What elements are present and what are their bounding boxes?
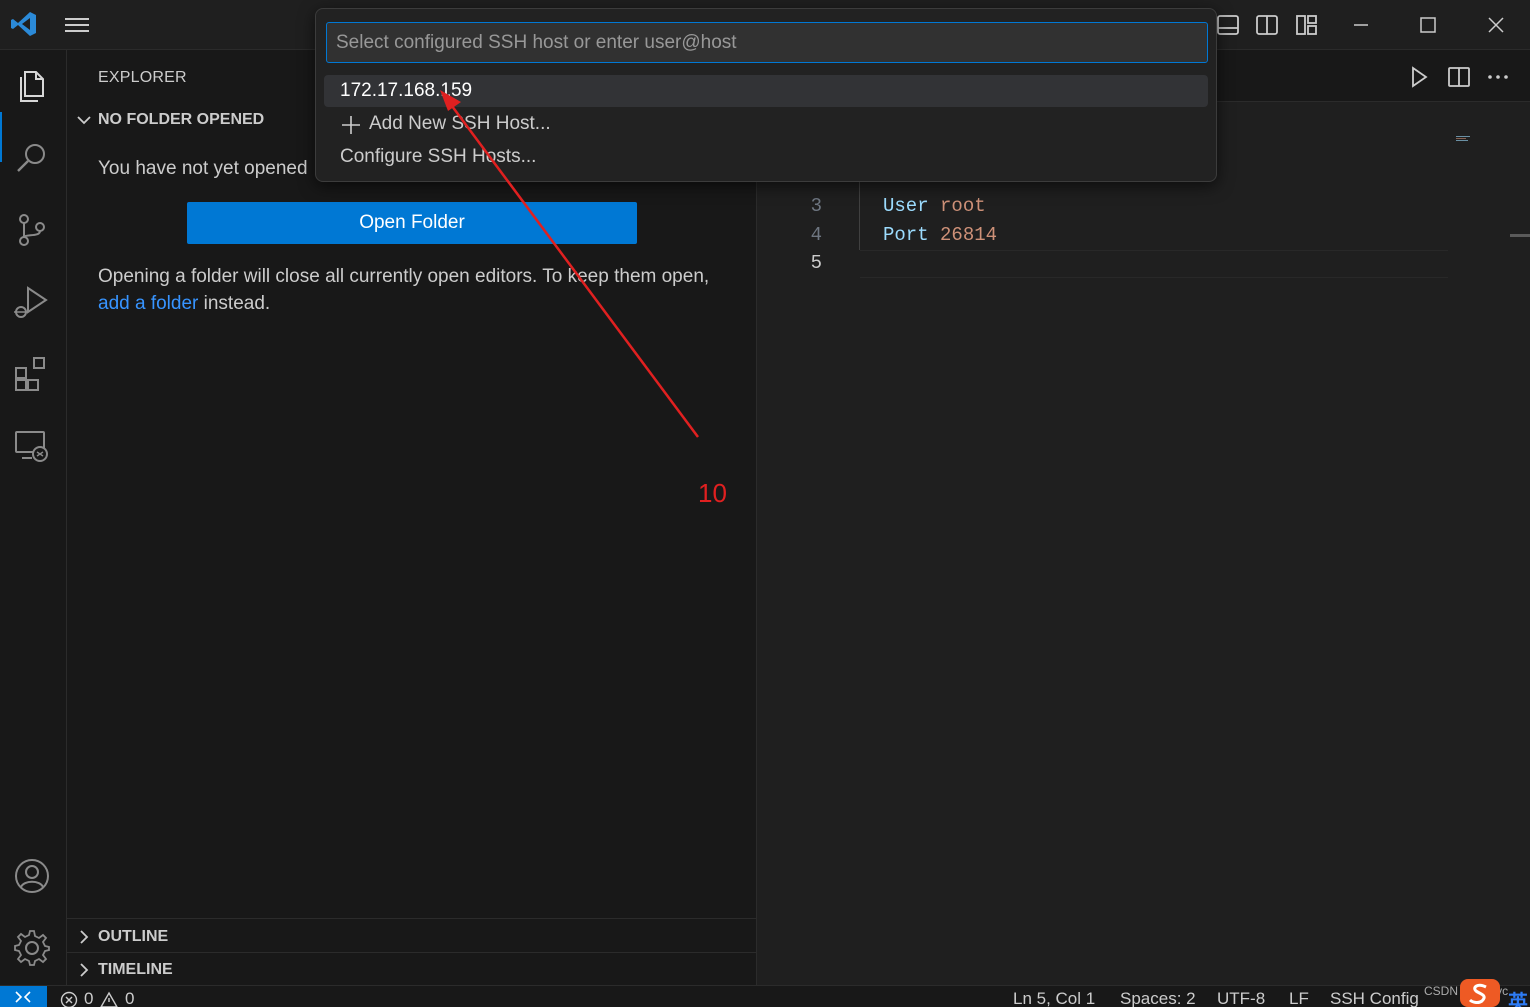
config-key: Port <box>883 224 929 246</box>
line-number: 3 <box>810 195 822 217</box>
config-key: User <box>883 195 929 217</box>
end-of-line[interactable]: LF <box>1289 989 1309 1007</box>
split-editor-icon[interactable] <box>1446 64 1472 90</box>
maximize-button[interactable] <box>1413 10 1443 40</box>
open-folder-button[interactable]: Open Folder <box>187 202 637 244</box>
source-control-icon[interactable] <box>12 210 52 250</box>
close-editors-message: Opening a folder will close all currentl… <box>98 266 710 287</box>
quick-pick-item-configure[interactable]: Configure SSH Hosts... <box>324 141 1208 173</box>
vscode-logo-icon <box>11 12 36 36</box>
active-indicator <box>0 112 2 162</box>
annotation-step-number: 10 <box>698 478 727 508</box>
add-folder-suffix: instead. <box>198 293 271 314</box>
quick-pick-item-host[interactable]: 172.17.168.159 <box>324 75 1208 107</box>
code-line: 3 User root <box>758 195 1458 224</box>
editor-area: 2 HostName 172.17.168.159 3 User root 4 … <box>758 50 1530 985</box>
encoding[interactable]: UTF-8 <box>1217 989 1265 1007</box>
section-divider <box>67 952 757 953</box>
extensions-icon[interactable] <box>12 354 52 394</box>
search-icon[interactable] <box>12 138 52 178</box>
warning-count[interactable]: 0 <box>125 989 134 1007</box>
ssh-host-quick-pick: 172.17.168.159 Add New SSH Host... Confi… <box>315 8 1217 182</box>
plus-icon <box>342 116 360 134</box>
chevron-right-icon <box>80 963 89 977</box>
accounts-icon[interactable] <box>12 856 52 896</box>
config-value: 26814 <box>940 224 998 246</box>
section-divider <box>67 918 757 919</box>
settings-gear-icon[interactable] <box>12 928 52 968</box>
code-line: 5 <box>758 252 1458 281</box>
status-bar: 0 0 Ln 5, Col 1 Spaces: 2 UTF-8 LF SSH C… <box>0 985 1530 1007</box>
error-icon <box>60 991 78 1007</box>
toggle-panel-icon[interactable] <box>1215 12 1241 38</box>
line-number: 5 <box>810 252 822 274</box>
remote-indicator[interactable] <box>0 986 47 1007</box>
add-folder-link[interactable]: add a folder <box>98 293 198 314</box>
no-folder-message: You have not yet opened <box>98 158 308 179</box>
more-actions-icon[interactable] <box>1485 64 1511 90</box>
warning-icon <box>100 991 118 1007</box>
host-label: 172.17.168.159 <box>340 80 473 101</box>
run-file-icon[interactable] <box>1406 64 1432 90</box>
vscode-window: EXPLORER NO FOLDER OPENED You have not y… <box>0 0 1530 1007</box>
sidebar-title: EXPLORER <box>98 69 187 86</box>
configure-hosts-label: Configure SSH Hosts... <box>340 146 537 167</box>
toggle-secondary-sidebar-icon[interactable] <box>1254 12 1280 38</box>
config-value: root <box>940 195 986 217</box>
sogou-ime-logo-icon <box>1460 979 1500 1007</box>
add-host-label: Add New SSH Host... <box>369 113 551 134</box>
timeline-section-label: TIMELINE <box>98 961 173 978</box>
add-folder-message: add a folder instead. <box>98 293 270 315</box>
hamburger-menu-icon[interactable] <box>62 12 92 38</box>
explorer-files-icon[interactable] <box>12 66 52 106</box>
explorer-sidebar: EXPLORER NO FOLDER OPENED You have not y… <box>67 50 757 985</box>
language-mode[interactable]: SSH Config <box>1330 989 1419 1007</box>
minimize-button[interactable] <box>1346 10 1376 40</box>
chevron-right-icon <box>80 930 89 944</box>
run-and-debug-icon[interactable] <box>12 282 52 322</box>
minimap[interactable] <box>1456 136 1480 142</box>
indentation[interactable]: Spaces: 2 <box>1120 989 1196 1007</box>
code-text: Port 26814 <box>883 224 997 246</box>
remote-icon <box>15 991 31 1003</box>
outline-section-label: OUTLINE <box>98 928 169 945</box>
error-count[interactable]: 0 <box>84 989 93 1007</box>
code-line: 4 Port 26814 <box>758 224 1458 253</box>
ime-mode-indicator: 英 <box>1508 992 1528 1007</box>
outline-section-header[interactable]: OUTLINE <box>67 927 757 949</box>
close-button[interactable] <box>1481 10 1511 40</box>
cursor-position[interactable]: Ln 5, Col 1 <box>1013 989 1095 1007</box>
chevron-down-icon <box>77 116 91 125</box>
code-text: User root <box>883 195 986 217</box>
no-folder-section-label: NO FOLDER OPENED <box>98 111 265 128</box>
timeline-section-header[interactable]: TIMELINE <box>67 960 757 982</box>
line-number: 4 <box>810 224 822 246</box>
scrollbar-marker[interactable] <box>1510 234 1530 237</box>
activity-bar <box>0 50 67 985</box>
remote-explorer-icon[interactable] <box>12 426 52 466</box>
quick-pick-item-add-host[interactable]: Add New SSH Host... <box>324 108 1208 140</box>
customize-layout-icon[interactable] <box>1294 12 1320 38</box>
ssh-host-input[interactable] <box>326 22 1208 63</box>
